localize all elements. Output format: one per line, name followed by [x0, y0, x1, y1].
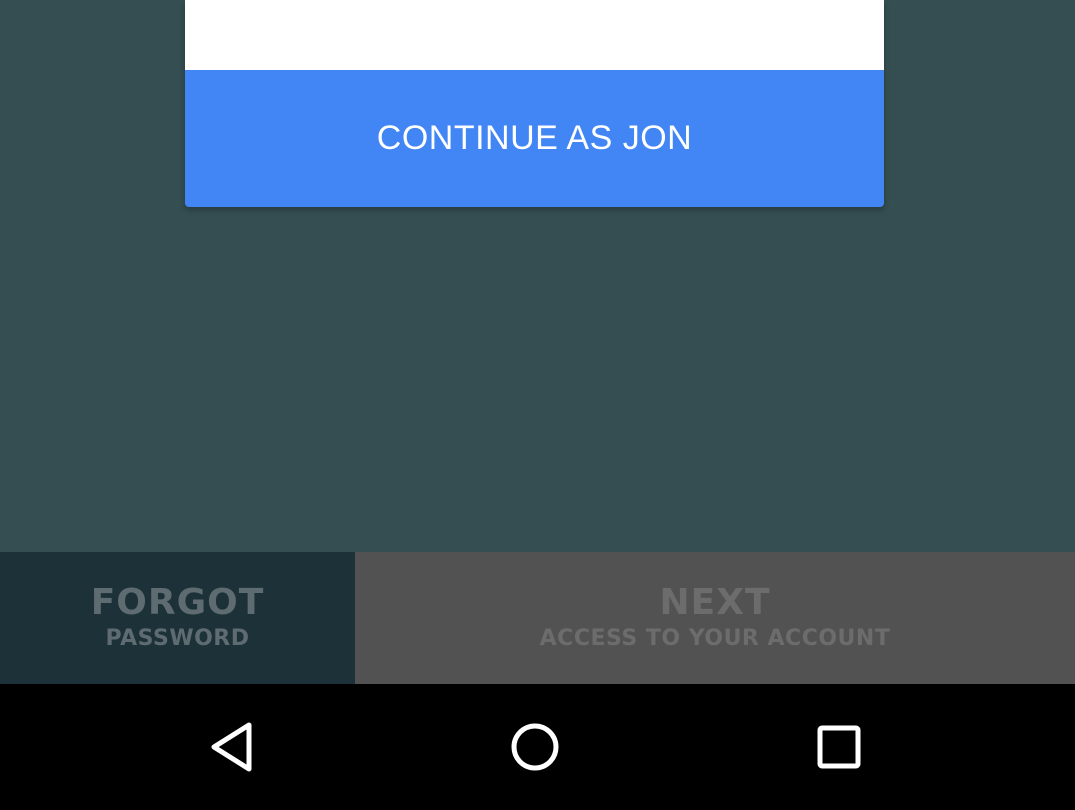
next-button[interactable]: NEXT ACCESS TO YOUR ACCOUNT	[355, 552, 1075, 684]
bottom-action-bar: FORGOT PASSWORD NEXT ACCESS TO YOUR ACCO…	[0, 552, 1075, 684]
dialog-body	[185, 0, 884, 70]
back-icon	[211, 722, 252, 772]
account-dialog: CONTINUE AS JON	[185, 0, 884, 207]
next-subtitle: ACCESS TO YOUR ACCOUNT	[539, 626, 891, 651]
continue-as-label: CONTINUE AS JON	[376, 119, 693, 157]
recents-icon	[817, 725, 861, 769]
nav-home-button[interactable]	[505, 717, 565, 777]
forgot-password-button[interactable]: FORGOT PASSWORD	[0, 552, 355, 684]
login-screen: CONTINUE AS JON FORGOT PASSWORD NEXT ACC…	[0, 0, 1075, 810]
next-title: NEXT	[659, 582, 771, 623]
continue-as-button[interactable]: CONTINUE AS JON	[185, 70, 884, 207]
system-navigation-bar	[0, 684, 1075, 810]
home-icon	[511, 723, 559, 771]
forgot-subtitle: PASSWORD	[105, 626, 250, 651]
nav-recents-button[interactable]	[809, 717, 869, 777]
forgot-title: FORGOT	[90, 582, 265, 623]
nav-back-button[interactable]	[204, 717, 264, 777]
